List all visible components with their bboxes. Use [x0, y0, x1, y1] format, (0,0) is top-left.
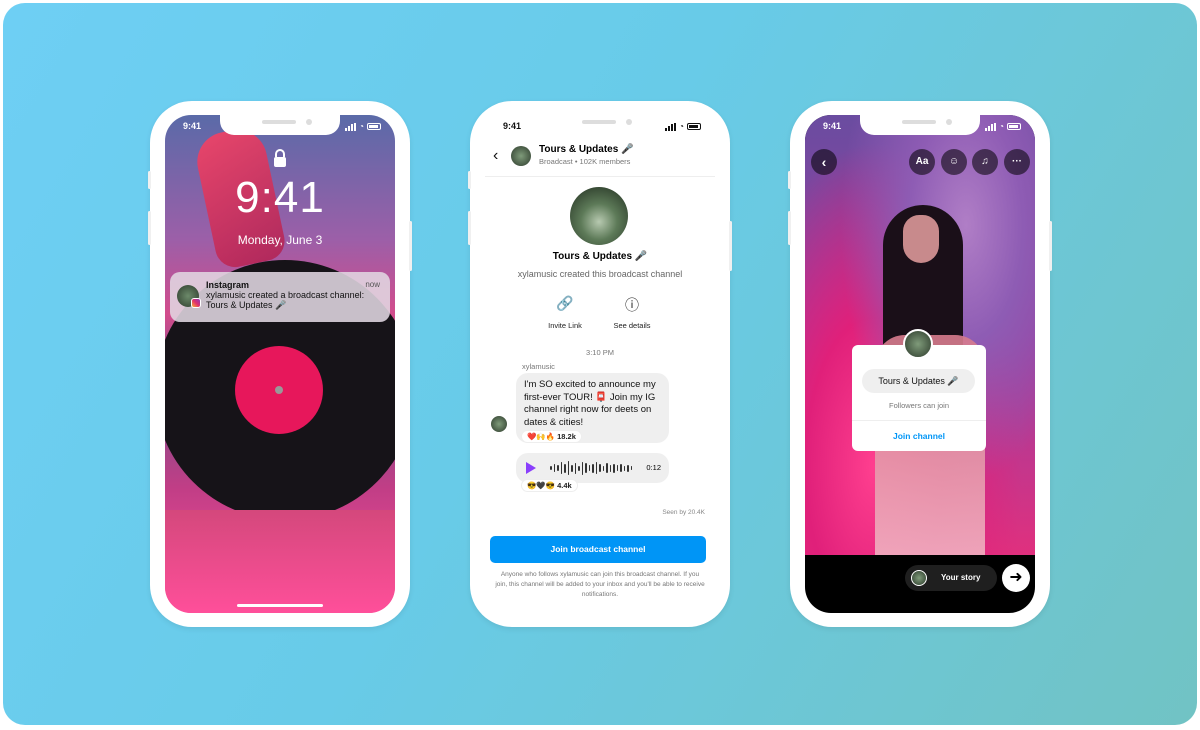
- arrow-right-icon: ➜: [1009, 569, 1023, 586]
- notification-app: Instagram: [206, 280, 250, 290]
- see-details-label: See details: [613, 321, 651, 330]
- audio-duration: 0:12: [646, 463, 661, 472]
- invite-link-label: Invite Link: [548, 321, 582, 330]
- channel-created-text: xylamusic created this broadcast channel: [517, 269, 683, 279]
- channel-title: Tours & Updates 🎤: [552, 251, 648, 262]
- waveform-bar: [606, 463, 608, 473]
- waveform-bar: [557, 465, 559, 471]
- status-bar: 9:41 ◔: [165, 121, 395, 135]
- wifi-icon: ◔: [679, 122, 684, 131]
- text-tool-button[interactable]: Aa: [909, 149, 935, 175]
- instagram-icon: [191, 298, 201, 308]
- waveform-bar: [567, 461, 569, 475]
- sender-name: xylamusic: [522, 362, 555, 371]
- phone-lockscreen: 9:41 ◔ 9:41 Monday, June 3 Instagram now…: [148, 101, 412, 627]
- waveform-bar: [616, 465, 618, 471]
- sticker-tool-button[interactable]: ☺: [941, 149, 967, 175]
- sender-avatar: [491, 416, 507, 432]
- sticker-channel-name: Tours & Updates 🎤: [862, 369, 975, 393]
- waveform-bar: [620, 464, 622, 472]
- story-editor: 9:41 ◔ ‹ Aa ☺ ♫ ··· Tours & Updates 🎤 Fo…: [805, 115, 1035, 613]
- waveform-bar: [602, 465, 604, 471]
- waveform-bar: [564, 463, 566, 473]
- avatar: [911, 570, 927, 586]
- waveform: [550, 460, 632, 476]
- invite-link-button[interactable]: 🔗 Invite Link: [535, 295, 595, 330]
- background-canvas: 9:41 ◔ 9:41 Monday, June 3 Instagram now…: [3, 3, 1197, 725]
- waveform-bar: [613, 463, 615, 473]
- waveform-bar: [578, 465, 580, 471]
- waveform-bar: [630, 466, 632, 470]
- notification-text: xylamusic created a broadcast channel: T…: [206, 290, 365, 310]
- your-story-label: Your story: [941, 573, 981, 582]
- waveform-bar: [553, 464, 555, 472]
- info-icon: ⓘ: [625, 297, 639, 313]
- channel-header-title[interactable]: Tours & Updates 🎤: [539, 144, 634, 155]
- sticker-note: Followers can join: [888, 401, 950, 410]
- seen-count: Seen by 20.4K: [662, 509, 705, 516]
- chevron-left-icon: ‹: [821, 154, 827, 170]
- waveform-bar: [627, 464, 629, 472]
- waveform-bar: [623, 465, 625, 471]
- waveform-bar: [581, 461, 583, 475]
- message-timestamp: 3:10 PM: [586, 348, 614, 357]
- battery-icon: [687, 123, 701, 130]
- waveform-bar: [571, 464, 573, 472]
- phone-channel: 9:41 ◔ ‹ Tours & Updates 🎤 Broadcast • 1…: [468, 101, 732, 627]
- link-icon: 🔗: [556, 295, 574, 311]
- see-details-button[interactable]: ⓘ See details: [602, 295, 662, 330]
- battery-icon: [367, 123, 381, 130]
- wifi-icon: ◔: [999, 122, 1004, 131]
- channel-avatar[interactable]: [511, 146, 531, 166]
- message-text: I'm SO excited to announce my first-ever…: [524, 379, 656, 428]
- back-button[interactable]: ‹: [811, 149, 837, 175]
- lockscreen: 9:41 ◔ 9:41 Monday, June 3 Instagram now…: [165, 115, 395, 613]
- wifi-icon: ◔: [359, 122, 364, 131]
- channel-screen: 9:41 ◔ ‹ Tours & Updates 🎤 Broadcast • 1…: [485, 115, 715, 613]
- send-button[interactable]: ➜: [1002, 564, 1030, 592]
- channel-sticker[interactable]: Tours & Updates 🎤 Followers can join Joi…: [852, 329, 986, 451]
- music-tool-button[interactable]: ♫: [972, 149, 998, 175]
- lock-icon: [274, 149, 286, 167]
- status-time: 9:41: [183, 121, 202, 131]
- channel-header-subtitle: Broadcast • 102K members: [539, 157, 631, 166]
- status-time: 9:41: [823, 121, 842, 131]
- signal-icon: [345, 122, 357, 131]
- instagram-notification[interactable]: Instagram now xylamusic created a broadc…: [170, 272, 390, 322]
- waveform-bar: [560, 462, 562, 474]
- audio-reactions[interactable]: 😎🖤😎 4.4k: [522, 480, 577, 491]
- home-indicator[interactable]: [237, 604, 323, 607]
- join-disclaimer: Anyone who follows xylamusic can join th…: [495, 571, 705, 598]
- lock-date: Monday, June 3: [237, 233, 323, 247]
- battery-icon: [1007, 123, 1021, 130]
- audio-message[interactable]: 0:12: [516, 453, 669, 483]
- phone-story: 9:41 ◔ ‹ Aa ☺ ♫ ··· Tours & Updates 🎤 Fo…: [788, 101, 1052, 627]
- waveform-bar: [588, 465, 590, 471]
- waveform-bar: [592, 463, 594, 473]
- waveform-bar: [585, 463, 587, 473]
- join-broadcast-channel-button[interactable]: Join broadcast channel: [490, 536, 706, 563]
- your-story-button[interactable]: Your story: [905, 565, 997, 591]
- message-reactions[interactable]: ❤️🙌🔥 18.2k: [522, 431, 581, 442]
- chat-header: ‹ Tours & Updates 🎤 Broadcast • 102K mem…: [485, 141, 715, 177]
- sticker-avatar: [903, 329, 933, 359]
- waveform-bar: [599, 464, 601, 472]
- status-bar: 9:41 ◔: [805, 121, 1035, 135]
- signal-icon: [665, 122, 677, 131]
- join-channel-button[interactable]: Join channel: [852, 431, 986, 441]
- back-icon[interactable]: ‹: [493, 147, 498, 165]
- waveform-bar: [595, 462, 597, 474]
- waveform-bar: [574, 462, 576, 474]
- more-options-button[interactable]: ···: [1004, 149, 1030, 175]
- notification-time: now: [365, 280, 380, 289]
- play-icon[interactable]: [526, 462, 536, 474]
- status-time: 9:41: [503, 121, 522, 131]
- waveform-bar: [550, 466, 552, 470]
- status-bar: 9:41 ◔: [485, 121, 715, 135]
- lock-clock: 9:41: [235, 173, 325, 222]
- signal-icon: [985, 122, 997, 131]
- waveform-bar: [609, 464, 611, 472]
- channel-profile-photo: [570, 187, 628, 245]
